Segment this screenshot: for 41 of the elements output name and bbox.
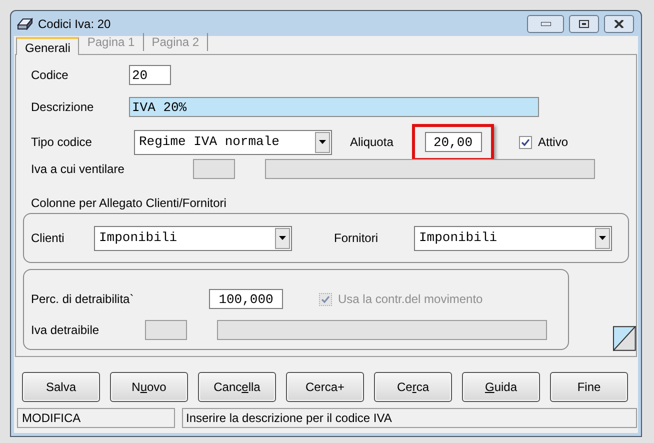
minimize-button[interactable] [527,14,564,32]
close-button[interactable] [604,14,634,32]
checkbox[interactable] [519,136,532,148]
status-message: Inserire la descrizione per il codice IVA [182,408,637,428]
field-label: Iva detraibile [31,322,100,339]
close-icon [614,20,624,28]
field-label: Codice [31,67,70,84]
disabled-field [145,320,187,340]
aliquota-field[interactable]: 20,00 [424,132,482,152]
field-label: Clienti [31,230,66,247]
page-fold-icon [613,326,636,351]
tipo-codice-select[interactable]: Regime IVA normale [134,130,332,154]
descrizione-field[interactable]: IVA 20% [129,97,539,117]
action-button[interactable]: Fine [550,372,628,402]
field-label: Aliquota [350,134,394,151]
action-button[interactable]: Cerca [374,372,452,402]
minimize-icon [540,22,550,26]
cash-drawer-icon [17,16,33,30]
status-mode: MODIFICA [17,408,175,428]
checkbox-label: Attivo [538,134,568,151]
field-label: Descrizione [31,99,95,116]
field-label: Perc. di detraibilita` [31,291,135,308]
maximize-icon [579,20,589,28]
maximize-button[interactable] [569,14,599,32]
tab[interactable]: Generali [16,37,80,55]
action-button[interactable]: Cerca+ [286,372,364,402]
group-title: Colonne per Allegato Clienti/Fornitori [31,196,228,210]
action-button[interactable]: Guida [462,372,540,402]
codice-field[interactable]: 20 [129,65,171,85]
checkbox-label: Usa la contr.del movimento [338,291,483,308]
action-button[interactable]: Salva [22,372,100,402]
disabled-field [193,159,235,179]
field-label: Iva a cui ventilare [31,161,126,178]
action-button[interactable]: Cancella [198,372,276,402]
window-title: Codici Iva: 20 [38,16,112,32]
clienti-select[interactable]: Imponibili [94,226,292,250]
field-label: Fornitori [334,230,380,247]
field-label: Tipo codice [31,134,93,151]
detraibilita-field[interactable]: 100,000 [209,289,283,309]
action-button[interactable]: Nuovo [110,372,188,402]
fornitori-select[interactable]: Imponibili [414,226,612,250]
